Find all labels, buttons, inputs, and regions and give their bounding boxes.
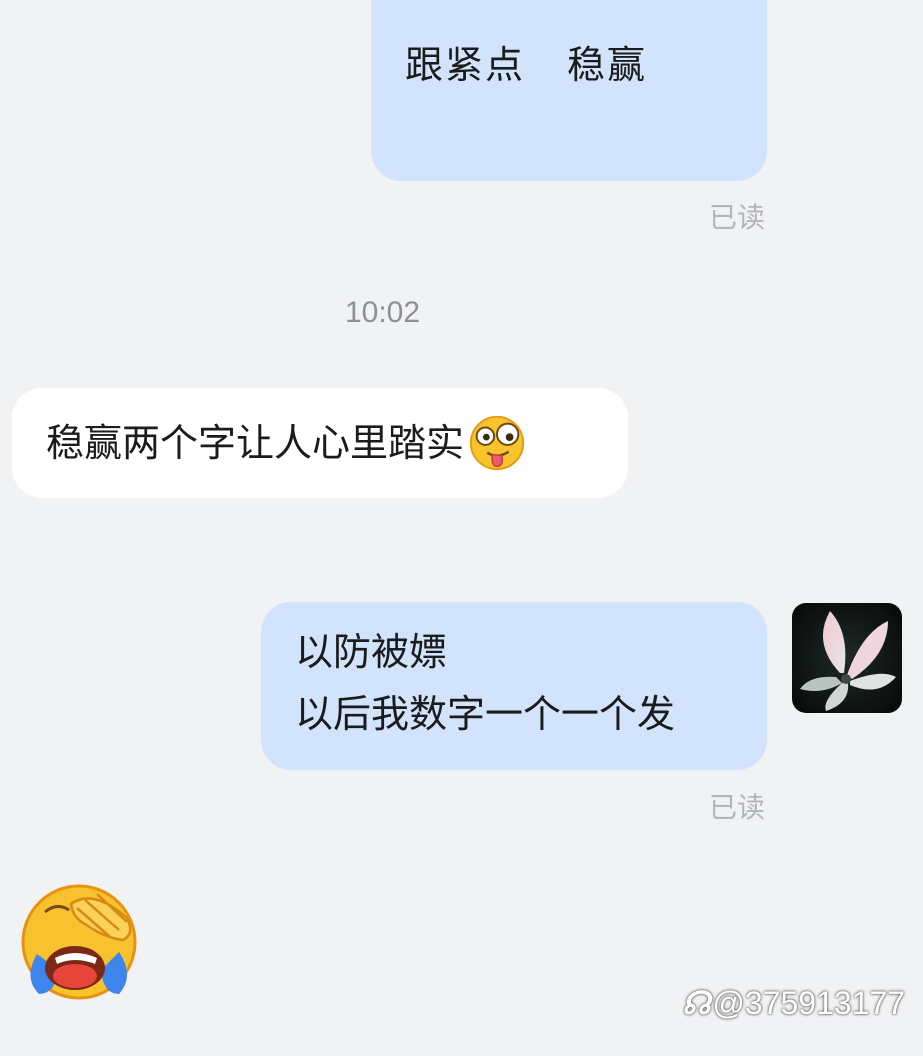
lotus-flower-icon	[792, 603, 902, 713]
outgoing-message-bubble[interactable]: 跟紧点 稳赢	[371, 0, 767, 181]
message-line: 以后我数字一个一个发	[295, 692, 676, 736]
silly-face-emoji-icon	[469, 415, 525, 470]
user-avatar[interactable]	[792, 603, 902, 713]
crying-face-covering-eyes-emoji-icon	[21, 884, 137, 1000]
message-text: 稳赢两个字让人心里踏实	[46, 421, 465, 465]
watermark-text: @375913177	[712, 985, 906, 1021]
outgoing-message-bubble[interactable]: 以防被嫖 以后我数字一个一个发	[261, 602, 767, 770]
message-text: 跟紧点	[405, 43, 526, 87]
incoming-message-bubble[interactable]: 稳赢两个字让人心里踏实	[12, 388, 628, 498]
time-separator: 10:02	[344, 296, 421, 329]
read-receipt: 已读	[708, 201, 765, 234]
message-text: 稳赢	[567, 43, 648, 87]
message-line: 以防被嫖	[295, 630, 448, 674]
watermark-logo-icon: ☊	[682, 985, 711, 1021]
watermark: ☊@375913177	[682, 984, 905, 1022]
read-receipt: 已读	[708, 791, 765, 824]
